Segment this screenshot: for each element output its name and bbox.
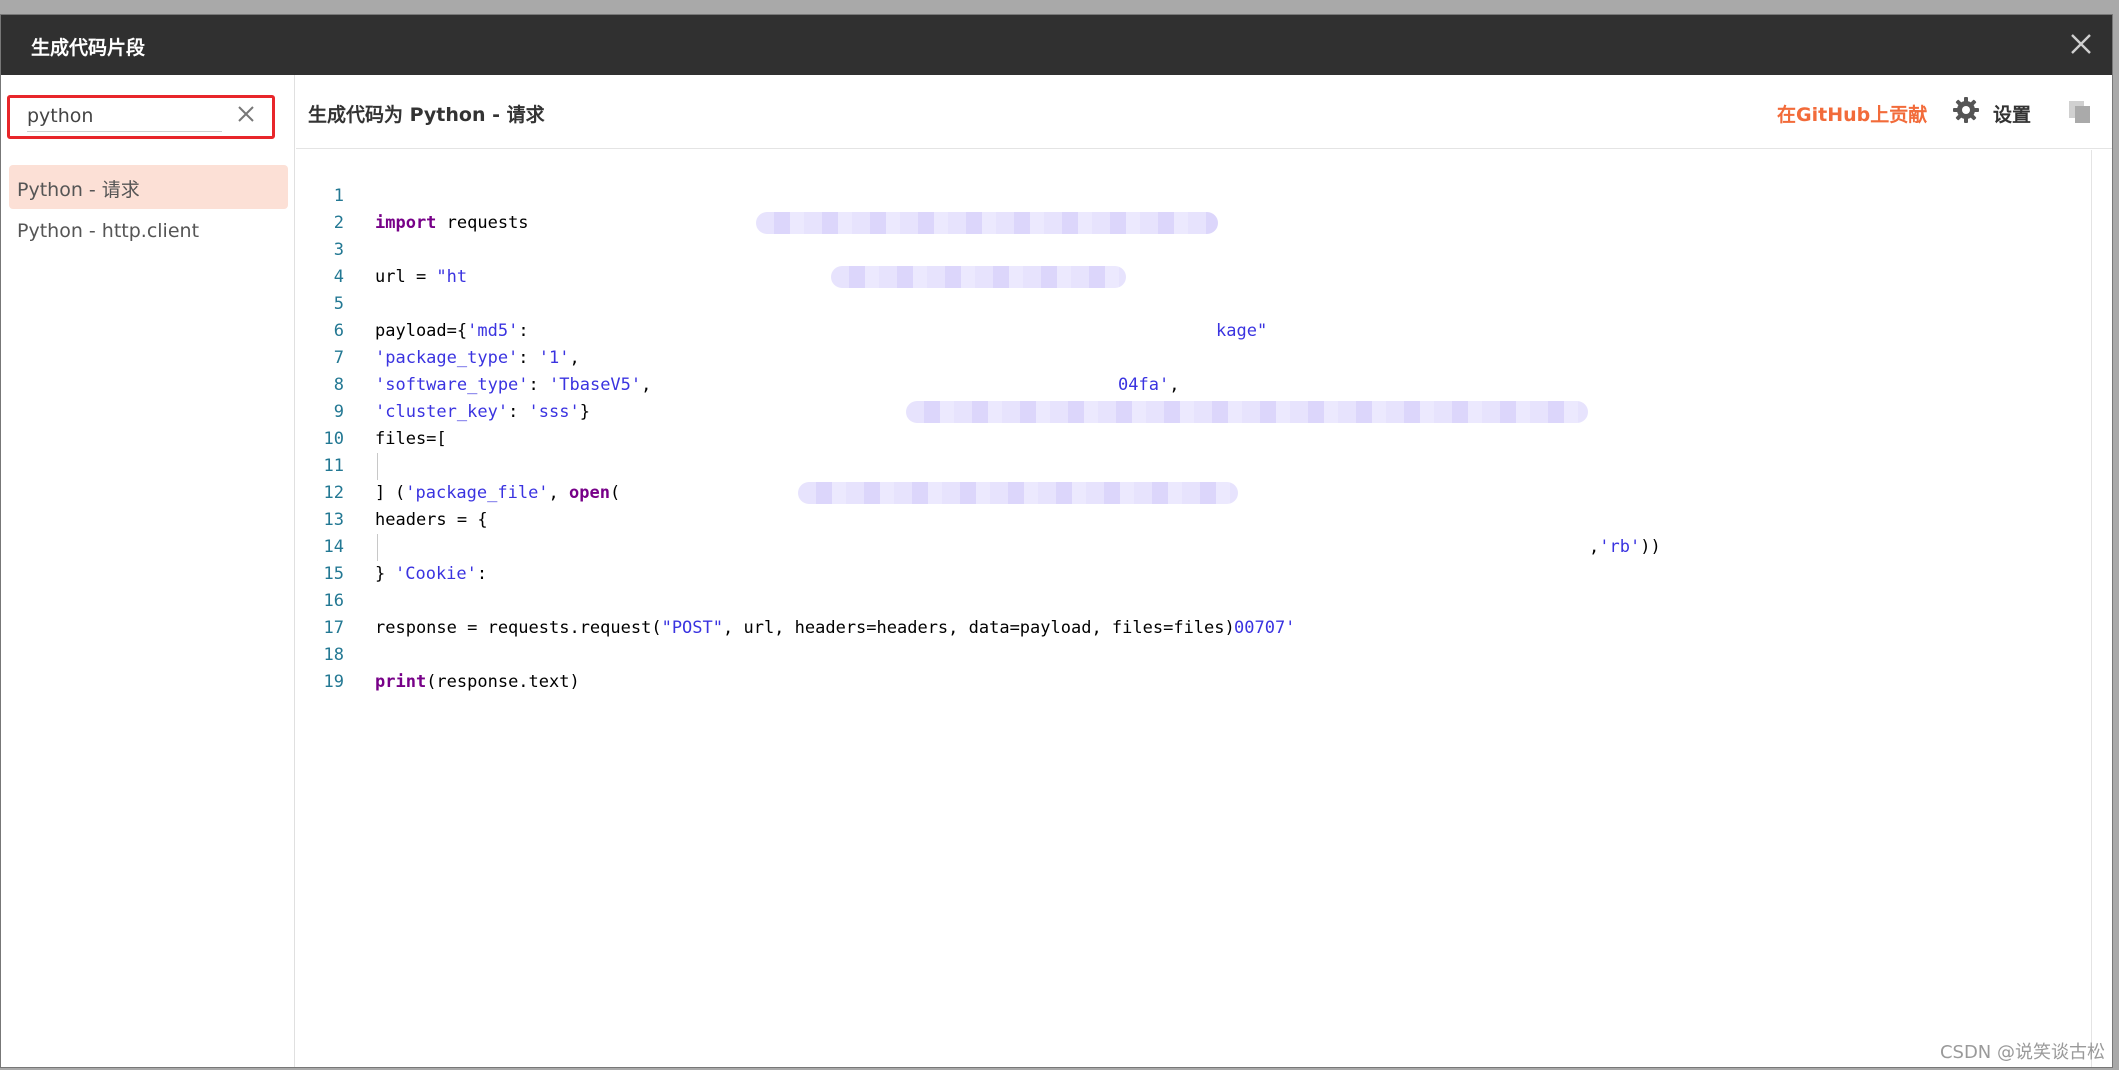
generated-for-label: 生成代码为 Python - 请求 (308, 104, 545, 126)
code-line: 7 'software_type': 'TbaseV5', (296, 318, 2091, 395)
code-panel-header: 生成代码为 Python - 请求 在GitHub上贡献 设置 (296, 75, 2112, 149)
dialog-title: 生成代码片段 (31, 37, 146, 59)
line-number: 19 (323, 672, 344, 692)
code-editor[interactable]: 1 import requests 2 3 url = "ht kage" 4 … (296, 150, 2092, 1067)
dialog-titlebar: 生成代码片段 (1, 15, 2112, 75)
code-line: 11 ] (296, 426, 2091, 503)
code-line: 3 url = "ht kage" (296, 210, 2091, 341)
redacted-blur (798, 482, 1238, 504)
code-line: 8 'cluster_key': 'sss'} (296, 345, 2091, 422)
contribute-github-link[interactable]: 在GitHub上贡献 (1777, 100, 1927, 127)
code-panel: 生成代码为 Python - 请求 在GitHub上贡献 设置 1 import… (296, 75, 2112, 1067)
code-line: 18 print(response.text) (296, 615, 2091, 692)
redacted-blur (756, 212, 1218, 234)
language-item-python-http-client[interactable]: Python - http.client (9, 210, 288, 254)
watermark: CSDN @说笑谈古松 (1939, 1042, 2105, 1063)
close-icon[interactable] (2066, 29, 2096, 59)
code-line: 13 'Cookie': 00707' (296, 480, 2091, 638)
code-line: 17 (296, 588, 2091, 638)
code-snippet-dialog: 生成代码片段 Python - 请求 Python - http.client … (0, 14, 2113, 1068)
code-line: 15 (296, 534, 2091, 584)
search-highlight-box (7, 95, 275, 139)
code-line: 1 import requests (296, 156, 2091, 233)
code-line: 6 'package_type': '1', (296, 291, 2091, 368)
redacted-blur (831, 266, 1126, 288)
language-sidebar: Python - 请求 Python - http.client (1, 75, 295, 1067)
copy-icon[interactable] (2067, 99, 2093, 125)
code-line: 14 } (296, 507, 2091, 584)
code-line: 9 files=[ (296, 372, 2091, 449)
language-item-python-requests[interactable]: Python - 请求 (9, 165, 288, 209)
code-line: 5 payload={'md5': 04fa', (296, 264, 2091, 395)
code-line: 12 headers = { (296, 453, 2091, 530)
search-input[interactable] (27, 100, 222, 132)
settings-label: 设置 (1993, 104, 2032, 126)
clear-search-icon[interactable] (234, 102, 258, 126)
code-line: 19 (296, 642, 2091, 692)
redacted-blur (906, 401, 1588, 423)
gear-icon (1953, 97, 1979, 123)
code-line: 2 (296, 183, 2091, 233)
code-line: 16 response = requests.request("POST", u… (296, 561, 2091, 638)
code-line: 4 (296, 237, 2091, 287)
code-line: 10 ('package_file', open( ,'rb')) (296, 399, 2091, 557)
